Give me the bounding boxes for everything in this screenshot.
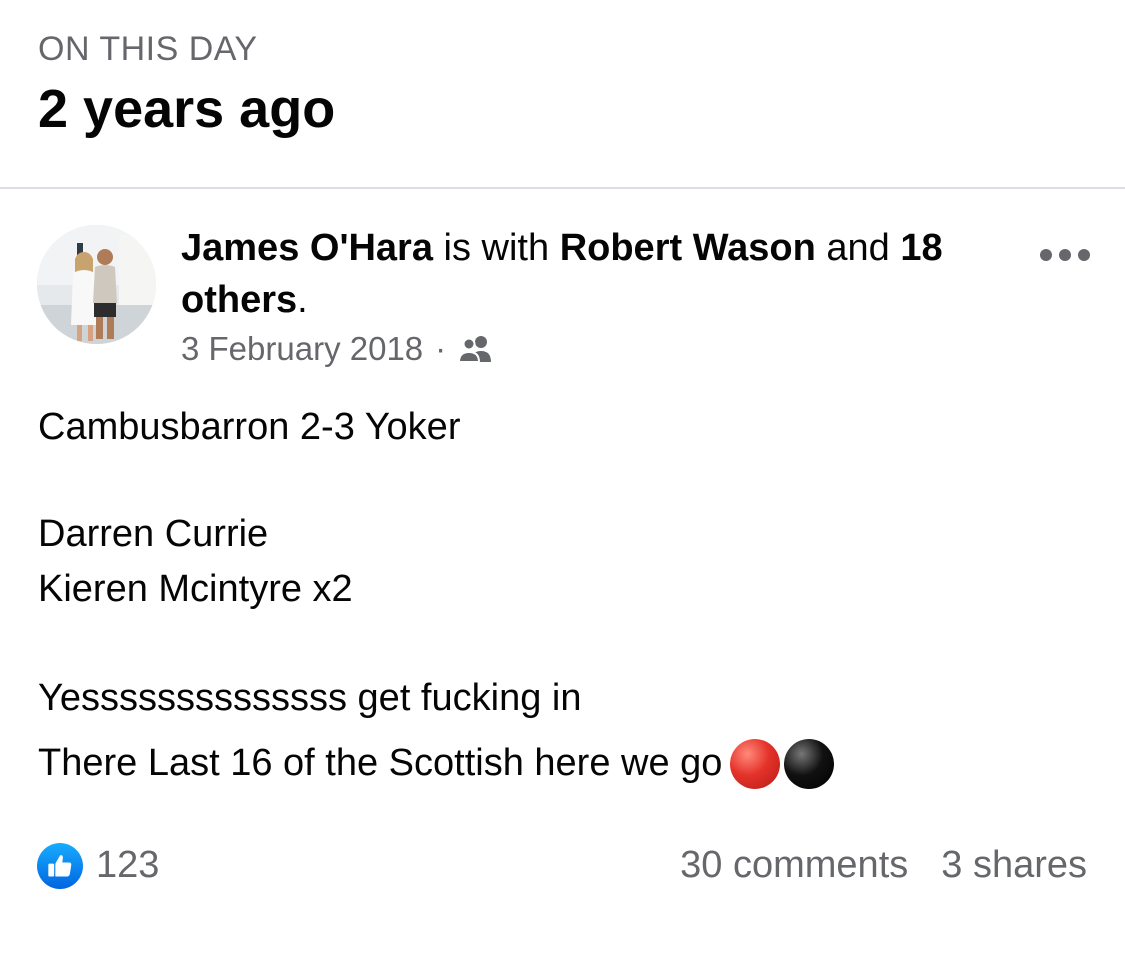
with-text: is with [443,227,550,269]
like-thumb-icon[interactable] [37,843,83,889]
red-circle-emoji [730,738,781,789]
memory-title: 2 years ago [38,79,336,139]
engagement-stats: 30 comments 3 shares [680,844,1087,887]
post-line-last-text: There Last 16 of the Scottish here we go [38,742,723,784]
and-text: and [826,227,890,269]
post-line-scorer: Kieren Mcintyre x2 [38,568,353,610]
meta-separator: · [435,330,447,367]
reaction-count[interactable]: 123 [96,844,159,887]
post-line-score: Cambusbarron 2-3 Yoker [38,406,461,448]
post-line-last: There Last 16 of the Scottish here we go [38,736,1098,791]
avatar[interactable] [37,225,156,344]
thumb-glyph [48,855,72,877]
section-kicker: ON THIS DAY [38,30,258,68]
tagged-friend[interactable]: Robert Wason [560,227,816,269]
post-line-scorer: Darren Currie [38,513,269,555]
author-name[interactable]: James O'Hara [181,227,433,269]
post-body: Cambusbarron 2-3 Yoker Darren Currie Kie… [38,400,1098,791]
post-meta: 3 February 2018 · [181,330,494,368]
more-options-icon[interactable] [1040,245,1090,265]
post-date[interactable]: 3 February 2018 [181,330,423,368]
black-circle-emoji [784,738,835,789]
memory-header: ON THIS DAY 2 years ago [38,0,1125,187]
post-line-cheer: Yessssssssssssss get fucking in [38,677,582,719]
shares-count[interactable]: 3 shares [941,844,1087,887]
avatar-photo [37,225,156,344]
comments-count[interactable]: 30 comments [680,844,908,887]
friends-icon [458,336,492,363]
post-footer: 123 30 comments 3 shares [37,842,1087,890]
period: . [297,279,308,321]
divider [0,187,1125,189]
post-header-text: James O'Hara is with Robert Wason and 18… [181,222,1001,326]
memory-card: ON THIS DAY 2 years ago James O'Hara is … [0,0,1125,967]
